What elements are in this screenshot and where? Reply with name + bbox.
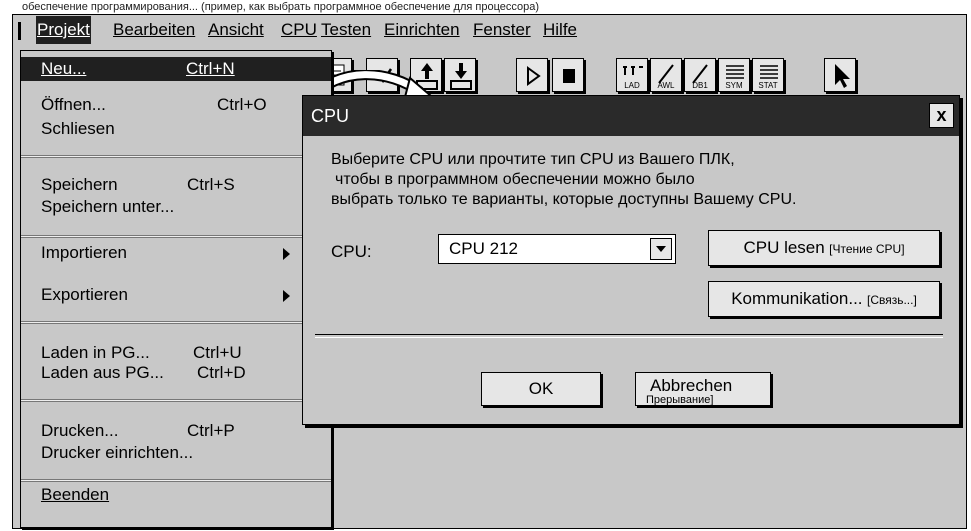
run-icon[interactable]: [516, 58, 548, 92]
cpu-label: CPU:: [331, 242, 372, 261]
menu-ansicht[interactable]: Ansicht: [207, 16, 265, 44]
menu-bearbeiten[interactable]: Bearbeiten: [112, 16, 196, 44]
dialog-message-line: чтобы в программном обеспечении можно бы…: [335, 171, 695, 188]
menu-bar-marker: [18, 22, 21, 40]
menu-item-exportieren[interactable]: Exportieren: [21, 283, 331, 307]
ok-button[interactable]: OK: [481, 372, 601, 406]
communication-button[interactable]: Kommunikation... [Связь...]: [708, 281, 940, 317]
menu-item-neu[interactable]: Neu... Ctrl+N: [21, 57, 331, 81]
menu-projekt[interactable]: Projekt: [36, 16, 91, 44]
submenu-arrow-icon: [283, 290, 290, 302]
cropped-top-text: обеспечение программирования... (пример,…: [22, 1, 540, 13]
screenshot-root: обеспечение программирования... (пример,…: [0, 0, 971, 531]
cancel-button[interactable]: Abbrechen Прерывание]: [635, 372, 771, 406]
menu-separator: [21, 155, 331, 158]
menu-item-speichern[interactable]: Speichern Ctrl+S: [21, 173, 331, 197]
cpu-dialog: CPU x Выберите CPU или прочтите тип CPU …: [302, 95, 960, 425]
dialog-divider: [315, 334, 943, 338]
submenu-arrow-icon: [283, 248, 290, 260]
sym-icon[interactable]: SYM: [718, 58, 750, 92]
menu-item-laden-aus-pg[interactable]: Laden aus PG... Ctrl+D: [21, 361, 331, 385]
awl-icon[interactable]: AWL: [650, 58, 682, 92]
menu-item-schliesen[interactable]: Schliesen: [21, 117, 331, 141]
menu-separator: [21, 479, 331, 482]
dialog-title-bar: CPU x: [303, 96, 959, 136]
menu-separator: [21, 235, 331, 238]
pointer-icon[interactable]: [824, 58, 856, 92]
menu-item-drucker-einrichten[interactable]: Drucker einrichten...: [21, 441, 331, 465]
stat-icon[interactable]: STAT: [752, 58, 784, 92]
menu-item-speichern-unter[interactable]: Speichern unter...: [21, 195, 331, 219]
projekt-menu: Neu... Ctrl+N Öffnen... Ctrl+O Schliesen…: [20, 50, 332, 528]
stop-icon[interactable]: [552, 58, 584, 92]
menu-separator: [21, 321, 331, 324]
dialog-message-line: Выберите CPU или прочтите тип CPU из Ваш…: [331, 151, 735, 168]
menu-fenster[interactable]: Fenster: [472, 16, 532, 44]
cpu-select-value: CPU 212: [449, 239, 518, 258]
cpu-read-button[interactable]: CPU lesen [Чтение CPU]: [708, 230, 940, 266]
menu-cpu[interactable]: CPU: [280, 16, 318, 44]
menu-item-importieren[interactable]: Importieren: [21, 241, 331, 265]
close-icon[interactable]: x: [929, 103, 954, 128]
db1-icon[interactable]: DB1: [684, 58, 716, 92]
dialog-message-line: выбрать только те варианты, которые дост…: [331, 191, 797, 208]
menu-testen[interactable]: Testen: [320, 16, 372, 44]
dialog-message: Выберите CPU или прочтите тип CPU из Ваш…: [331, 150, 941, 210]
menu-item-beenden[interactable]: Beenden: [21, 483, 331, 507]
menu-einrichten[interactable]: Einrichten: [383, 16, 461, 44]
cpu-select[interactable]: CPU 212: [438, 234, 676, 264]
menu-item-drucken[interactable]: Drucken... Ctrl+P: [21, 419, 331, 443]
lad-icon[interactable]: LAD: [616, 58, 648, 92]
menu-bar: Projekt Bearbeiten Ansicht CPU Testen Ei…: [14, 16, 964, 44]
menu-hilfe[interactable]: Hilfe: [542, 16, 578, 44]
chevron-down-icon[interactable]: [650, 238, 672, 260]
menu-item-oeffnen[interactable]: Öffnen... Ctrl+O: [21, 93, 331, 117]
menu-separator: [21, 399, 331, 402]
dialog-title: CPU: [311, 106, 350, 126]
